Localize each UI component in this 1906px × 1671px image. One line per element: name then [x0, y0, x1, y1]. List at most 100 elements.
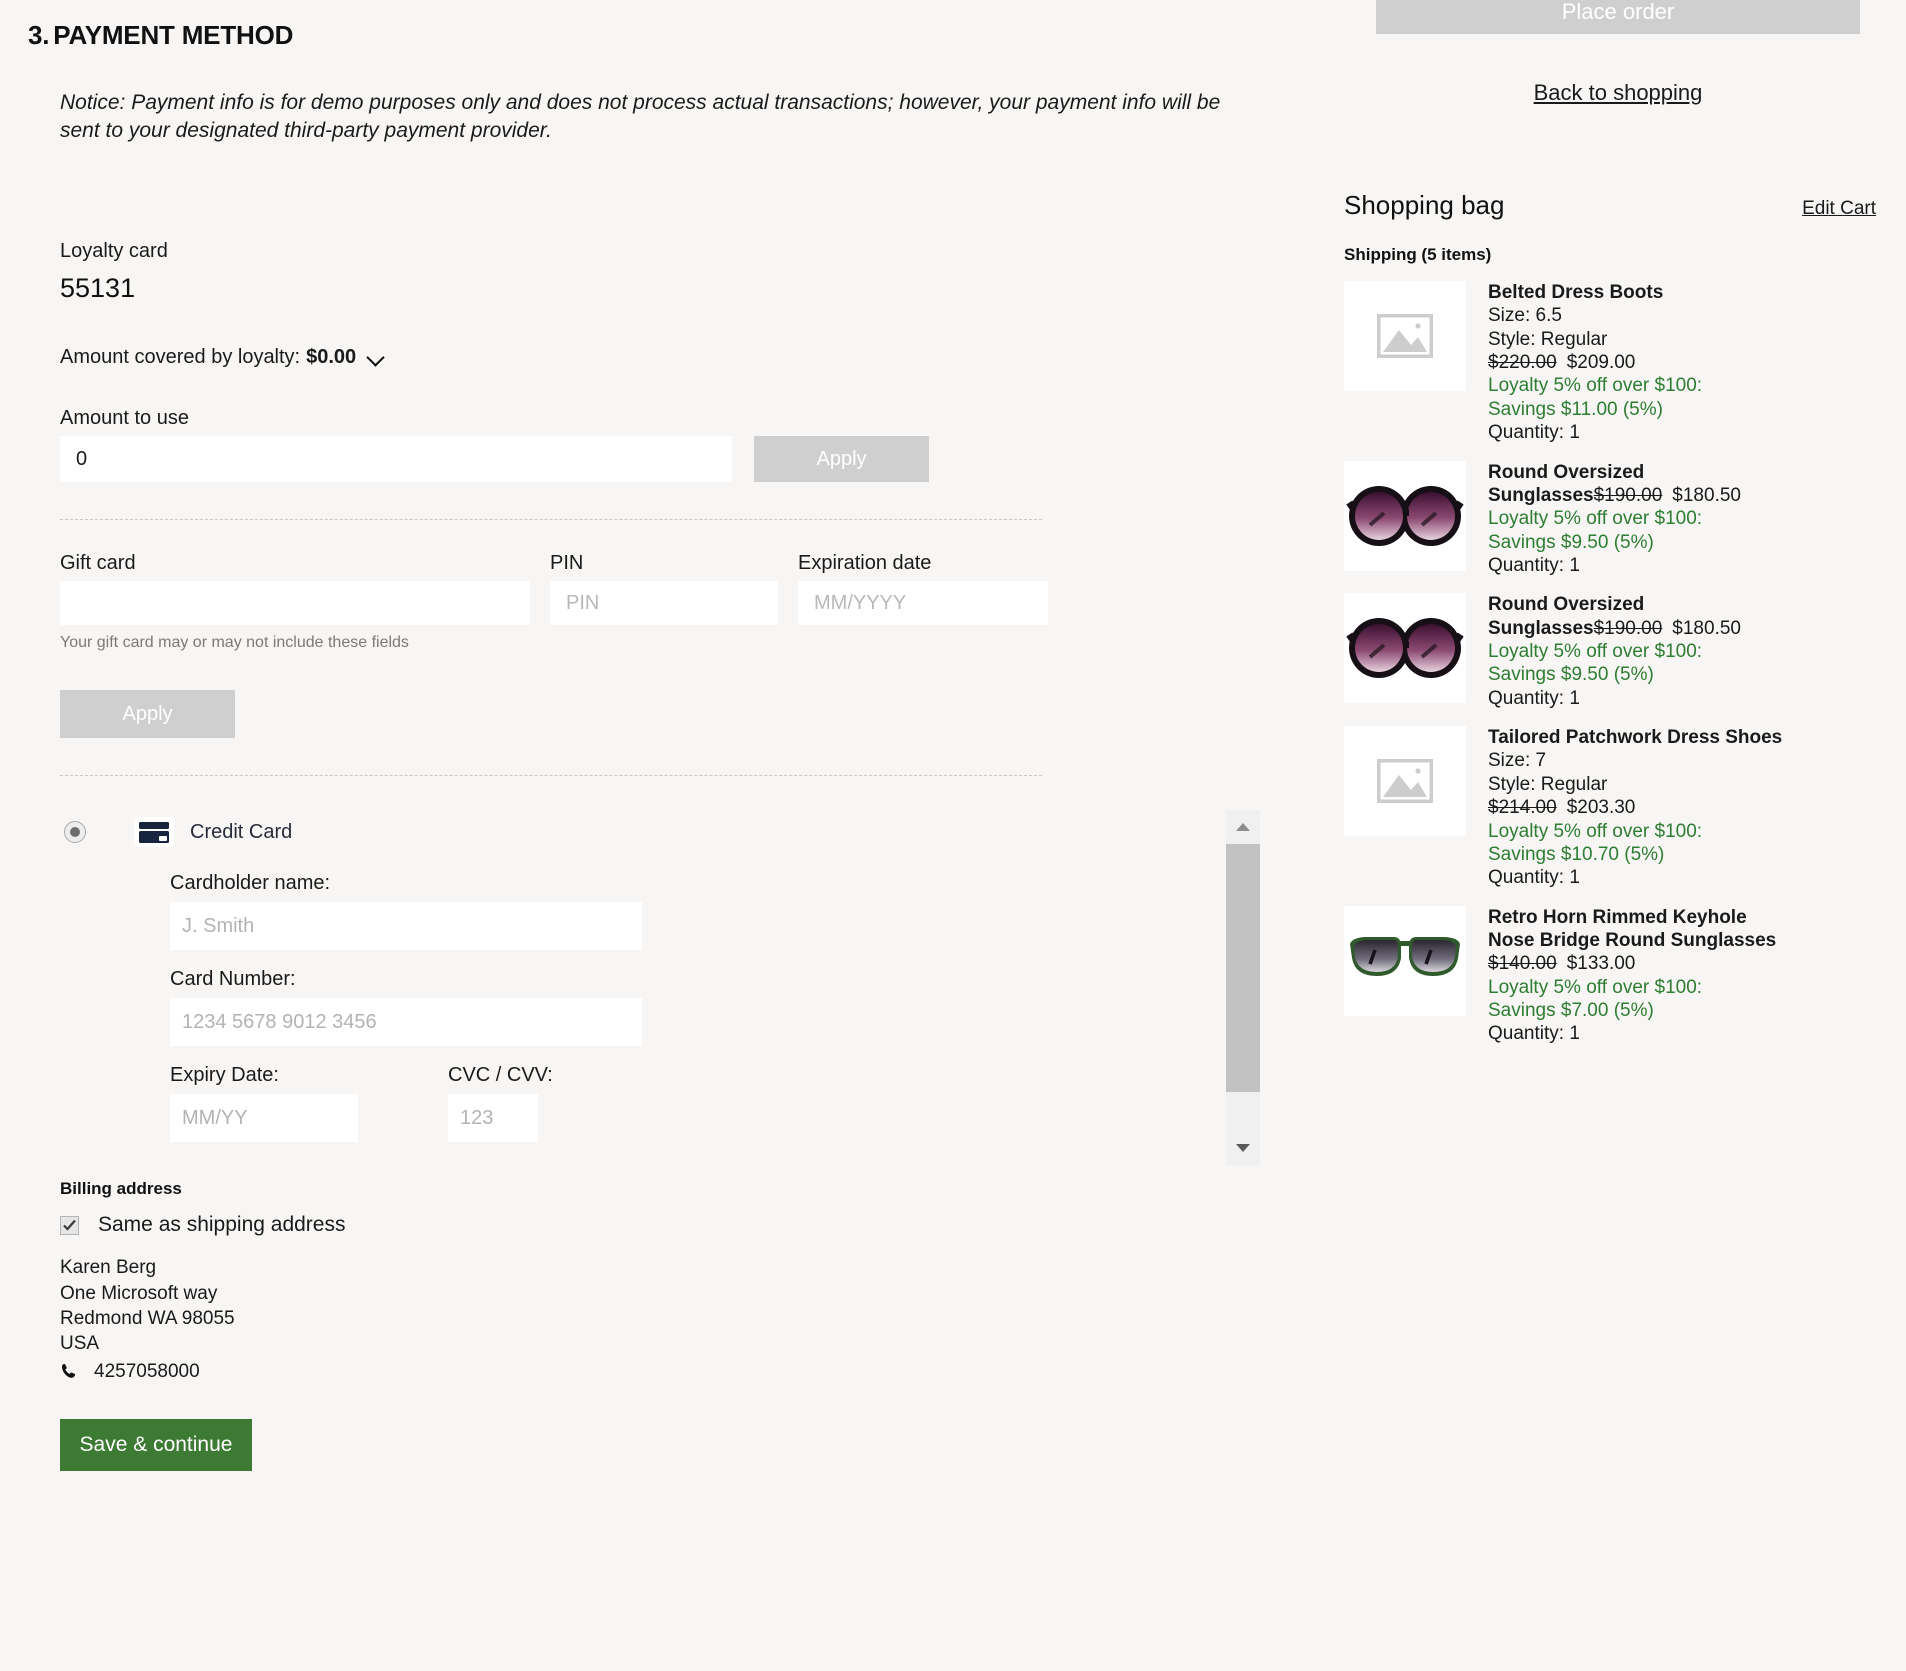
shipping-items-count: Shipping (5 items): [1344, 245, 1906, 265]
scroll-down-arrow-icon[interactable]: [1226, 1131, 1260, 1165]
page-title: 3.PAYMENT METHOD: [28, 20, 1330, 51]
cart-item-size: Size: 7: [1488, 749, 1782, 772]
back-to-shopping-link[interactable]: Back to shopping: [1330, 80, 1906, 106]
cart-item: Round Oversized Sunglasses$190.00$180.50…: [1344, 461, 1906, 578]
amount-to-use-input[interactable]: [60, 436, 732, 482]
payment-method-column: 3.PAYMENT METHOD Notice: Payment info is…: [0, 0, 1330, 1471]
giftcard-label: Gift card: [60, 552, 550, 575]
scrollbar-thumb[interactable]: [1226, 844, 1260, 1092]
checkout-page: 3.PAYMENT METHOD Notice: Payment info is…: [0, 0, 1906, 1671]
round-sunglasses-image: [1346, 477, 1464, 555]
cart-item-thumbnail: [1344, 461, 1466, 571]
billing-address-text: Karen Berg One Microsoft way Redmond WA …: [60, 1255, 1330, 1383]
expiry-date-label: Expiry Date:: [170, 1064, 358, 1087]
apply-giftcard-button[interactable]: Apply: [60, 690, 235, 738]
expiration-field-group: Expiration date: [798, 552, 1050, 625]
shopping-bag-title: Shopping bag: [1344, 190, 1504, 221]
cart-item-details: Round Oversized Sunglasses$190.00$180.50…: [1488, 593, 1788, 710]
cardholder-name-label: Cardholder name:: [170, 872, 1220, 895]
retro-sunglasses-image: [1346, 928, 1464, 994]
cart-item-name-price: Round Oversized Sunglasses$190.00$180.50: [1488, 461, 1788, 508]
cvc-input[interactable]: [448, 1094, 538, 1142]
cart-item: Belted Dress BootsSize: 6.5Style: Regula…: [1344, 281, 1906, 445]
cart-item-loyalty-line-1: Loyalty 5% off over $100:: [1488, 374, 1702, 397]
save-and-continue-button[interactable]: Save & continue: [60, 1419, 252, 1471]
cart-item-original-price: $190.00: [1594, 485, 1663, 506]
round-sunglasses-image: [1346, 609, 1464, 687]
cart-item-loyalty-line-2: Savings $11.00 (5%): [1488, 398, 1702, 421]
credit-card-method-row[interactable]: Credit Card: [60, 810, 1220, 854]
cart-item-price-row: $214.00 $203.30: [1488, 796, 1782, 819]
cart-item-original-price: $220.00: [1488, 352, 1557, 373]
same-as-shipping-row[interactable]: Same as shipping address: [60, 1213, 1330, 1237]
cart-item-name: Retro Horn Rimmed Keyhole Nose Bridge Ro…: [1488, 906, 1788, 953]
loyalty-card-number: 55131: [60, 273, 1260, 304]
amount-to-use-label: Amount to use: [60, 407, 1260, 430]
cart-item-style: Style: Regular: [1488, 773, 1782, 796]
scroll-up-arrow-icon[interactable]: [1226, 810, 1260, 844]
expiration-date-input[interactable]: [798, 581, 1048, 625]
cart-item-loyalty-line-2: Savings $7.00 (5%): [1488, 999, 1788, 1022]
place-order-button[interactable]: Place order: [1376, 0, 1860, 34]
amount-to-use-row: Apply: [60, 436, 1260, 482]
cart-item-original-price: $214.00: [1488, 797, 1557, 818]
chevron-down-icon[interactable]: [368, 349, 386, 367]
cart-item-name-price: Round Oversized Sunglasses$190.00$180.50: [1488, 593, 1788, 640]
cardholder-name-input[interactable]: [170, 902, 642, 950]
cart-item-sale-price: $203.30: [1567, 797, 1636, 818]
cart-item: Tailored Patchwork Dress ShoesSize: 7Sty…: [1344, 726, 1906, 890]
cart-item-details: Retro Horn Rimmed Keyhole Nose Bridge Ro…: [1488, 906, 1788, 1046]
billing-address-title: Billing address: [60, 1179, 1330, 1199]
cart-item-details: Round Oversized Sunglasses$190.00$180.50…: [1488, 461, 1788, 578]
expiry-group: Expiry Date:: [170, 1046, 358, 1142]
credit-card-icon: [134, 817, 174, 847]
cart-item-sale-price: $180.50: [1672, 618, 1741, 639]
cart-item-quantity: Quantity: 1: [1488, 1022, 1788, 1045]
pin-input[interactable]: [550, 581, 778, 625]
amount-covered-value: $0.00: [306, 346, 356, 369]
giftcard-field-group: Gift card: [60, 552, 550, 625]
card-number-input[interactable]: [170, 998, 642, 1046]
credit-card-panel: Credit Card Cardholder name: Card Number…: [60, 810, 1260, 1165]
credit-card-radio[interactable]: [64, 821, 86, 843]
cart-item-thumbnail: [1344, 593, 1466, 703]
credit-card-method-label: Credit Card: [190, 821, 292, 844]
edit-cart-link[interactable]: Edit Cart: [1802, 198, 1876, 220]
cvc-label: CVC / CVV:: [448, 1064, 553, 1087]
expiration-date-label: Expiration date: [798, 552, 1050, 575]
billing-country: USA: [60, 1331, 1330, 1356]
amount-covered-label: Amount covered by loyalty:: [60, 346, 300, 369]
phone-icon: [60, 1362, 78, 1380]
credit-card-scrollbar[interactable]: [1226, 810, 1260, 1165]
cart-item-loyalty-line-2: Savings $9.50 (5%): [1488, 531, 1788, 554]
cart-item-name: Tailored Patchwork Dress Shoes: [1488, 726, 1782, 749]
cart-item-sale-price: $133.00: [1567, 953, 1636, 974]
credit-card-form: Cardholder name: Card Number: Expiry Dat…: [170, 872, 1220, 1142]
payment-form: Loyalty card 55131 Amount covered by loy…: [60, 240, 1260, 1165]
cart-item-quantity: Quantity: 1: [1488, 421, 1702, 444]
expiry-date-input[interactable]: [170, 1094, 358, 1142]
image-placeholder-icon: [1377, 759, 1433, 803]
card-number-label: Card Number:: [170, 968, 1220, 991]
apply-loyalty-button[interactable]: Apply: [754, 436, 929, 482]
same-as-shipping-label: Same as shipping address: [98, 1213, 345, 1237]
divider-giftcard: [60, 775, 1042, 776]
billing-street: One Microsoft way: [60, 1281, 1330, 1306]
cart-item-thumbnail: [1344, 906, 1466, 1016]
same-as-shipping-checkbox[interactable]: [60, 1216, 79, 1235]
cart-item-loyalty-line-1: Loyalty 5% off over $100:: [1488, 976, 1788, 999]
payment-notice: Notice: Payment info is for demo purpose…: [60, 89, 1250, 144]
section-title-text: PAYMENT METHOD: [53, 20, 293, 50]
order-summary-column: Place order Back to shopping Shopping ba…: [1330, 0, 1906, 1062]
section-number: 3.: [28, 20, 49, 50]
cart-item-details: Tailored Patchwork Dress ShoesSize: 7Sty…: [1488, 726, 1782, 890]
cart-item-sale-price: $209.00: [1567, 352, 1636, 373]
cart-item-thumbnail: [1344, 726, 1466, 836]
giftcard-input[interactable]: [60, 581, 530, 625]
cart-item-size: Size: 6.5: [1488, 304, 1702, 327]
cart-item-original-price: $140.00: [1488, 953, 1557, 974]
amount-covered-row[interactable]: Amount covered by loyalty: $0.00: [60, 346, 1260, 369]
billing-phone-number: 4257058000: [94, 1359, 200, 1384]
cart-item-quantity: Quantity: 1: [1488, 866, 1782, 889]
cart-item-loyalty-line-1: Loyalty 5% off over $100:: [1488, 820, 1782, 843]
